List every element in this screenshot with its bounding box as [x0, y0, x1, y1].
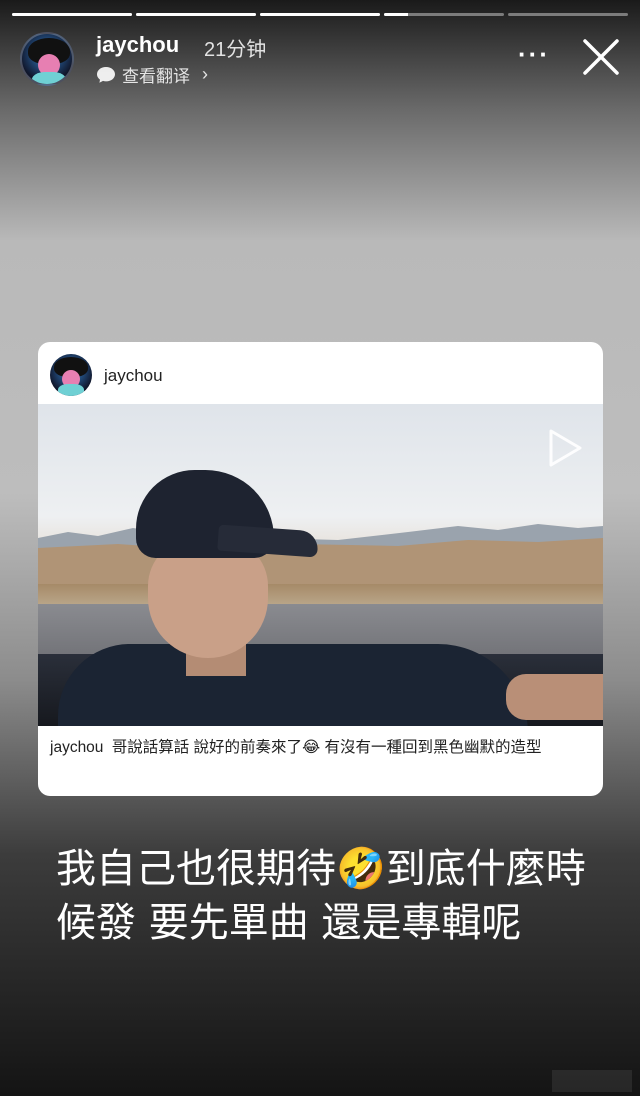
- play-icon[interactable]: [547, 428, 583, 468]
- progress-segment: [260, 13, 380, 16]
- progress-segment: [136, 13, 256, 16]
- progress-fill: [384, 13, 408, 16]
- translate-bubble-icon: [97, 66, 115, 83]
- card-avatar[interactable]: [50, 354, 92, 396]
- chevron-right-icon: ›: [202, 64, 208, 84]
- caption-text: 哥說話算話 說好的前奏來了😂 有沒有一種回到黑色幽默的造型: [111, 739, 542, 756]
- post-photo[interactable]: [38, 404, 603, 726]
- close-icon[interactable]: [582, 38, 620, 76]
- progress-fill: [136, 13, 256, 16]
- username[interactable]: jaychou: [96, 32, 179, 58]
- avatar-body: [58, 384, 84, 396]
- translate-label: 查看翻译: [122, 67, 190, 86]
- progress-segment: [12, 13, 132, 16]
- profile-avatar[interactable]: [20, 32, 74, 86]
- card-username[interactable]: jaychou: [104, 366, 163, 386]
- avatar-body: [32, 72, 66, 84]
- story-text-overlay: 我自己也很期待🤣到底什麼時候發 要先單曲 還是專輯呢: [56, 846, 586, 946]
- post-caption: jaychou 哥說話算話 說好的前奏來了😂 有沒有一種回到黑色幽默的造型: [50, 736, 589, 760]
- shared-post-card[interactable]: jaychou jaychou 哥說話算話 說好的前奏來了😂 有沒有一種回到黑色…: [38, 342, 603, 796]
- time-ago: 21分钟: [204, 39, 267, 61]
- progress-fill: [260, 13, 380, 16]
- person-arm: [506, 674, 603, 720]
- progress-segment: [508, 13, 628, 16]
- watermark: [552, 1070, 632, 1092]
- progress-segment: [384, 13, 504, 16]
- story-progress-bar: [12, 13, 628, 16]
- mountains: [38, 524, 603, 584]
- more-dots-icon[interactable]: ···: [518, 41, 550, 67]
- person-shirt: [58, 644, 528, 726]
- card-header: jaychou: [38, 342, 603, 402]
- progress-fill: [12, 13, 132, 16]
- translate-button[interactable]: 查看翻译 ›: [96, 62, 208, 87]
- story-header: jaychou 21分钟 查看翻译 › ···: [20, 30, 620, 86]
- caption-username[interactable]: jaychou: [50, 739, 103, 756]
